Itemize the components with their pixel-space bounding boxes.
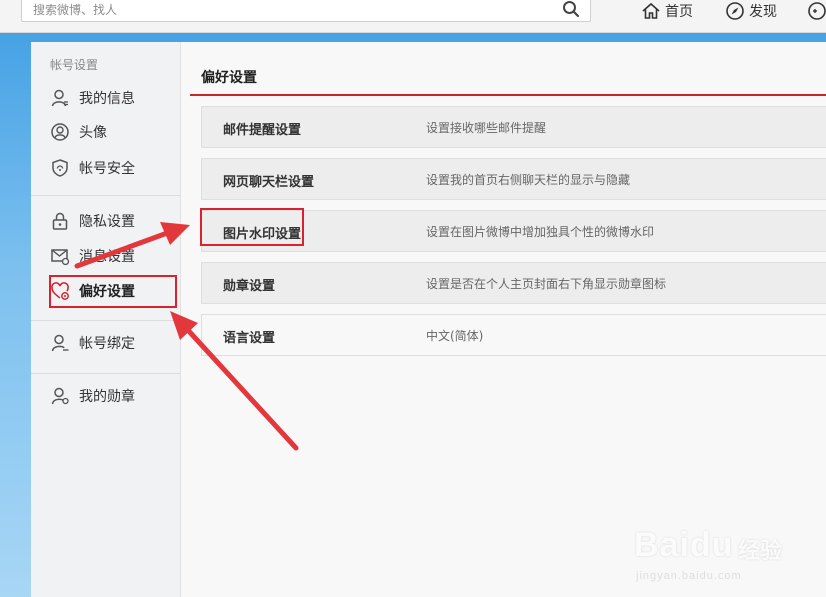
gamepad-icon (808, 2, 826, 20)
baidu-watermark: Baidu 经验 jingyan.baidu.com (634, 512, 804, 592)
sidebar-item-label: 帐号安全 (79, 161, 135, 177)
highlight-box-watermark (200, 208, 304, 246)
settings-row-email[interactable]: 邮件提醒设置 设置接收哪些邮件提醒 (201, 106, 826, 148)
sidebar-divider (31, 195, 180, 196)
sidebar-group-title: 帐号设置 (50, 58, 99, 72)
sidebar-item-label: 我的信息 (79, 91, 135, 107)
lock-icon (52, 212, 68, 230)
nav-home[interactable]: 首页 (641, 0, 693, 22)
sidebar-item-label: 隐私设置 (79, 214, 135, 230)
settings-row-desc: 中文(简体) (426, 329, 484, 343)
sidebar-item-my-info[interactable]: 我的信息 (50, 88, 135, 108)
settings-row-name[interactable]: 语言设置 (223, 327, 275, 346)
sidebar-item-label: 消息设置 (79, 249, 135, 265)
home-icon (642, 2, 660, 19)
sidebar-item-security[interactable]: 帐号安全 (50, 158, 135, 178)
sidebar-divider (31, 320, 180, 321)
nav-game[interactable] (807, 0, 826, 22)
highlight-box-preferences (49, 275, 177, 308)
mail-gear-icon (51, 249, 70, 266)
user-link-icon (51, 334, 69, 352)
settings-row-desc: 设置接收哪些邮件提醒 (426, 121, 547, 135)
top-bar: 搜索微博、找人 首页 发现 (0, 0, 826, 33)
nav-discover[interactable]: 发现 (725, 0, 777, 22)
settings-row-desc: 设置在图片微博中增加独具个性的微博水印 (426, 225, 655, 239)
watermark-brand: Baidu (634, 526, 734, 564)
page-title: 偏好设置 (201, 70, 257, 86)
nav-discover-label: 发现 (749, 4, 777, 20)
settings-row-name[interactable]: 邮件提醒设置 (223, 119, 301, 138)
sidebar-item-privacy[interactable]: 隐私设置 (50, 211, 135, 231)
shield-icon (52, 159, 68, 177)
compass-icon (726, 2, 744, 20)
sidebar-item-label: 我的勋章 (79, 389, 135, 405)
nav-home-label: 首页 (665, 4, 693, 20)
search-icon[interactable] (561, 0, 581, 19)
settings-row-name[interactable]: 勋章设置 (223, 275, 275, 294)
sidebar-item-binding[interactable]: 帐号绑定 (50, 333, 135, 353)
settings-sidebar: 帐号设置 我的信息 头像 帐号安全 隐私设置 消息设置 偏好设置 帐号绑定 我的… (31, 42, 181, 597)
sidebar-item-label: 头像 (79, 125, 107, 141)
settings-row-desc: 设置是否在个人主页封面右下角显示勋章图标 (426, 277, 667, 291)
user-icon (51, 89, 68, 107)
watermark-brand-cn: 经验 (738, 539, 783, 564)
sidebar-item-medals[interactable]: 我的勋章 (50, 386, 135, 406)
settings-row-desc: 设置我的首页右侧聊天栏的显示与隐藏 (426, 173, 631, 187)
sidebar-item-avatar[interactable]: 头像 (50, 122, 107, 142)
settings-row-medal[interactable]: 勋章设置 设置是否在个人主页封面右下角显示勋章图标 (201, 262, 826, 304)
watermark-url: jingyan.baidu.com (636, 570, 742, 582)
sidebar-item-label: 帐号绑定 (79, 336, 135, 352)
settings-row-name[interactable]: 网页聊天栏设置 (223, 171, 314, 190)
sidebar-divider (31, 373, 180, 374)
title-rule (190, 94, 826, 96)
settings-row-language[interactable]: 语言设置 中文(简体) (201, 314, 826, 356)
settings-row-chat[interactable]: 网页聊天栏设置 设置我的首页右侧聊天栏的显示与隐藏 (201, 158, 826, 200)
search-input[interactable]: 搜索微博、找人 (33, 1, 117, 18)
search-box[interactable]: 搜索微博、找人 (21, 0, 591, 22)
medal-icon (51, 387, 69, 405)
sidebar-item-messages[interactable]: 消息设置 (50, 246, 135, 266)
avatar-icon (51, 123, 69, 141)
